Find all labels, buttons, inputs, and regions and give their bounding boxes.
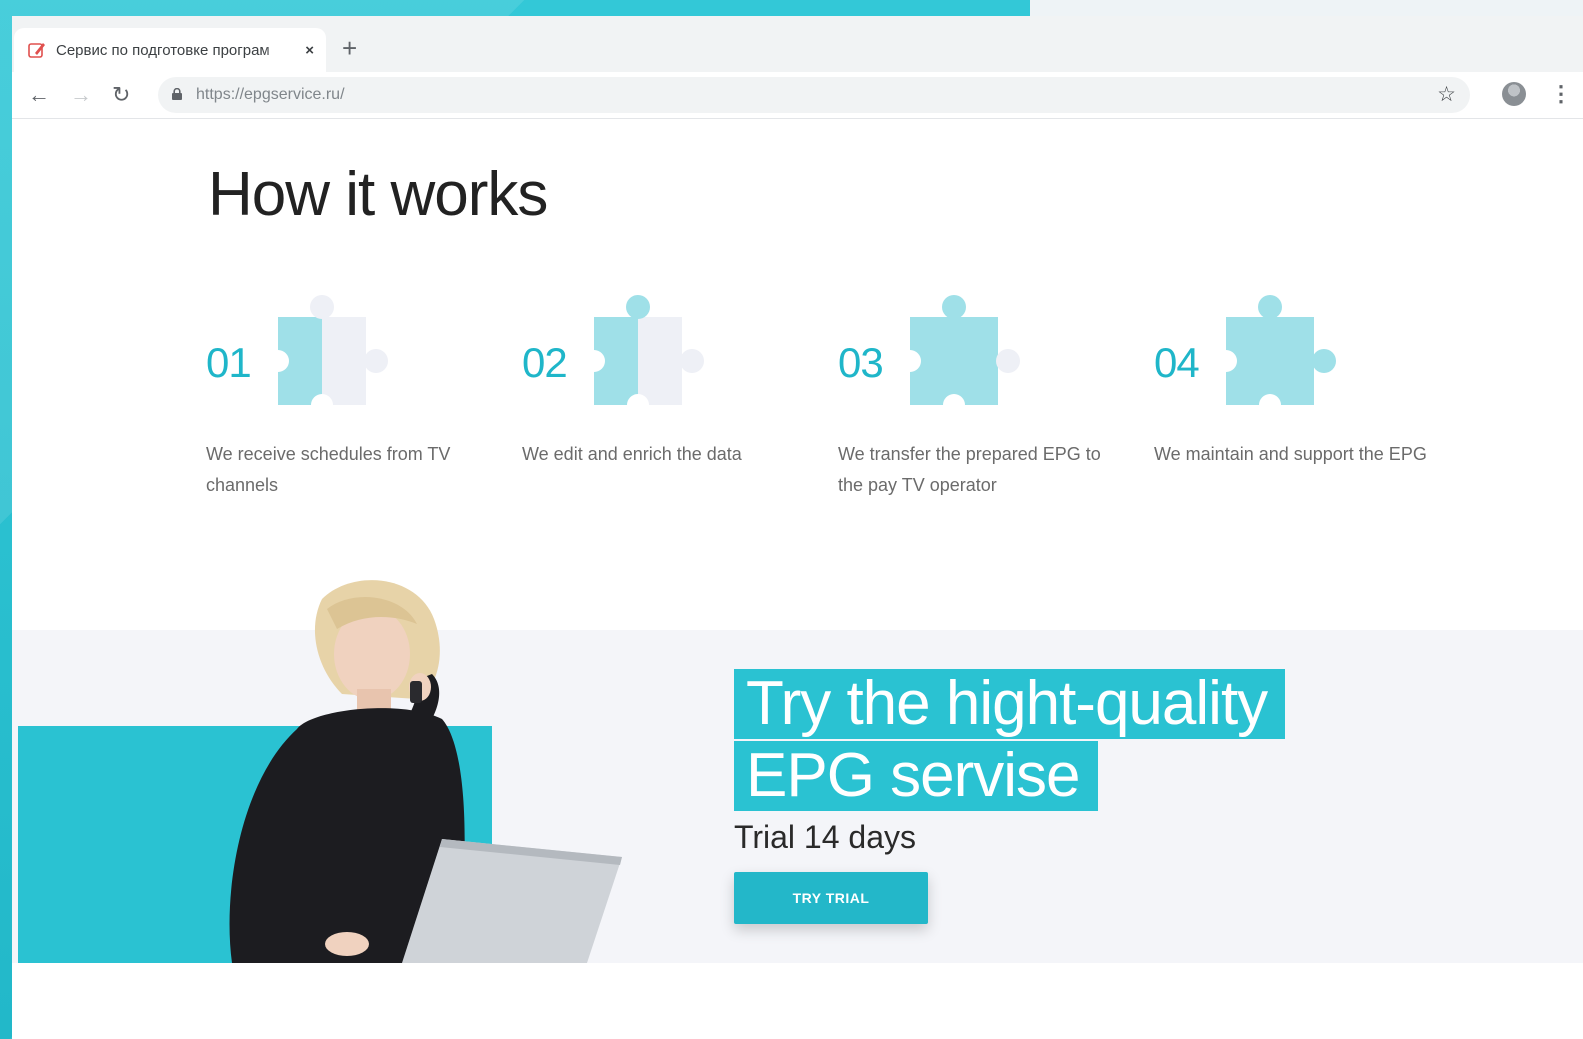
page-content: How it works 01 We receive schedules fro… [12,119,1583,1039]
hero-title-line: Try the hight-quality [734,669,1286,739]
step-description: We receive schedules from TV channels [206,444,451,495]
address-bar[interactable]: https://epgservice.ru/ ☆ [158,77,1470,113]
tab-strip: Сервис по подготовке програм × + [12,16,1583,72]
step-description: We maintain and support the EPG [1154,444,1427,464]
steps-list: 01 We receive schedules from TV channels… [206,289,1506,519]
tab-active[interactable]: Сервис по подготовке програм × [14,28,326,72]
hero-title-line: EPG servise [734,741,1098,811]
forward-icon[interactable]: → [70,82,92,108]
step-number: 04 [1154,339,1200,386]
try-trial-button[interactable]: TRY TRIAL [734,872,928,924]
back-icon[interactable]: ← [28,82,50,108]
toolbar: ← → ↻ https://epgservice.ru/ ☆ ⋮ [12,72,1583,119]
profile-icon[interactable] [1502,82,1526,106]
star-icon[interactable]: ☆ [1437,82,1456,107]
step-description: We transfer the prepared EPG to the pay … [838,444,1101,495]
step-number: 01 [206,339,252,386]
new-tab-button[interactable]: + [342,34,357,62]
lock-icon [172,88,182,100]
tab-title: Сервис по подготовке програм [56,41,270,59]
menu-icon[interactable]: ⋮ [1550,80,1572,108]
url-text: https://epgservice.ru/ [196,86,345,103]
puzzle-icon [904,295,1020,416]
puzzle-icon [588,295,704,416]
woman-with-laptop-image [229,580,622,963]
step-number: 03 [838,339,884,386]
puzzle-icon [272,295,388,416]
trial-subtitle: Trial 14 days [734,819,916,855]
browser-window: Сервис по подготовке програм × + ← → ↻ h… [12,16,1583,1039]
page-title: How it works [208,160,548,229]
favicon-icon [28,43,45,58]
puzzle-icon [1220,295,1336,416]
hero-title: Try the hight-quality EPG servise [734,669,1286,813]
close-tab-icon[interactable]: × [305,42,314,59]
reload-icon[interactable]: ↻ [112,82,130,108]
step-number: 02 [522,339,568,386]
step-description: We edit and enrich the data [522,444,742,464]
